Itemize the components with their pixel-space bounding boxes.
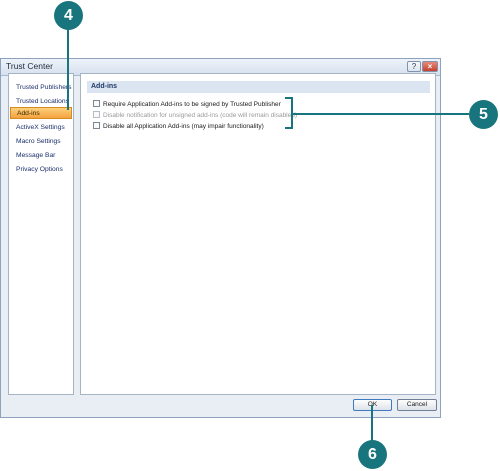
sidebar-item-message-bar[interactable]: Message Bar	[10, 150, 72, 162]
option-label: Require Application Add-ins to be signed…	[103, 101, 281, 108]
sidebar-item-macro-settings[interactable]: Macro Settings	[10, 136, 72, 148]
option-label: Disable all Application Add-ins (may imp…	[103, 123, 264, 130]
sidebar-item-activex-settings[interactable]: ActiveX Settings	[10, 122, 72, 134]
sidebar-item-trusted-publishers[interactable]: Trusted Publishers	[10, 82, 72, 94]
cancel-button[interactable]: Cancel	[397, 399, 437, 411]
disable-all-addins-option[interactable]: Disable all Application Add-ins (may imp…	[93, 122, 264, 132]
disable-all-addins-checkbox[interactable]	[93, 122, 100, 129]
callout-5: 5	[469, 100, 498, 129]
require-signed-addins-checkbox[interactable]	[93, 100, 100, 107]
callout-4: 4	[54, 1, 83, 30]
require-signed-addins-option[interactable]: Require Application Add-ins to be signed…	[93, 100, 281, 110]
ok-button[interactable]: OK	[353, 399, 392, 411]
add-ins-panel: Add-ins Require Application Add-ins to b…	[80, 73, 436, 395]
sidebar-item-privacy-options[interactable]: Privacy Options	[10, 164, 72, 176]
callout-6: 6	[358, 440, 387, 469]
section-title: Add-ins	[87, 81, 430, 93]
option-label: Disable notification for unsigned add-in…	[103, 112, 298, 119]
disable-notification-checkbox	[93, 111, 100, 118]
close-icon[interactable]: ×	[422, 61, 438, 72]
help-icon[interactable]: ?	[407, 61, 421, 72]
sidebar-item-add-ins[interactable]: Add-ins	[10, 107, 72, 119]
disable-notification-option: Disable notification for unsigned add-in…	[93, 111, 297, 121]
sidebar: Trusted Publishers Trusted Locations Add…	[8, 73, 74, 395]
trust-center-dialog: Trust Center ? × Trusted Publishers Trus…	[0, 58, 441, 418]
window-title: Trust Center	[6, 61, 53, 71]
